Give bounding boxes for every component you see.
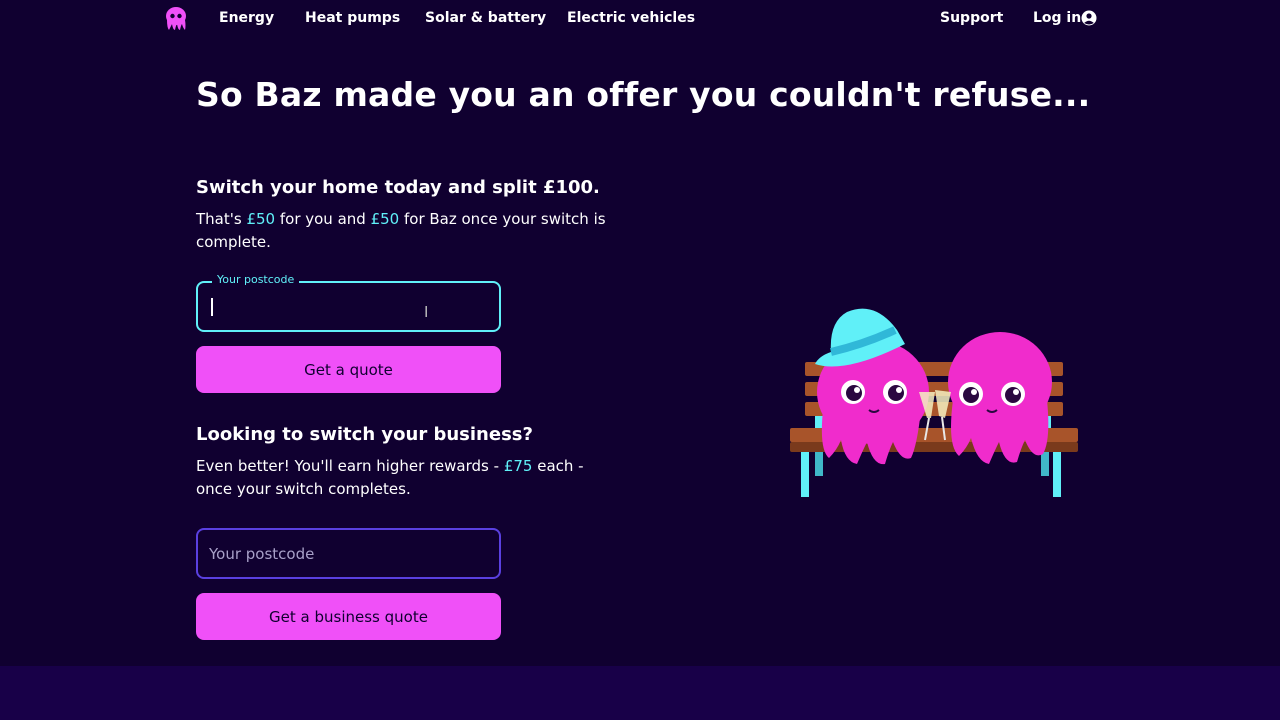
nav-link-login[interactable]: Log in	[1033, 10, 1081, 26]
home-postcode-label: Your postcode	[212, 273, 300, 286]
next-section-band	[0, 666, 1280, 720]
nav-link-heat-pumps[interactable]: Heat pumps	[305, 10, 400, 26]
user-icon[interactable]	[1081, 10, 1097, 26]
home-postcode-field[interactable]: Your postcode I	[196, 273, 501, 332]
octopuses-on-bench-illustration	[790, 308, 1078, 497]
get-quote-button[interactable]: Get a quote	[196, 346, 501, 393]
top-nav: Energy Heat pumps Solar & battery Electr…	[0, 0, 1280, 38]
home-text-1: That's	[196, 210, 247, 228]
home-amount-you: £50	[246, 210, 276, 228]
text-caret	[211, 298, 213, 316]
business-postcode-field[interactable]	[196, 528, 501, 579]
home-switch-description: That's £50 for you and £50 for Baz once …	[196, 208, 616, 254]
nav-link-energy[interactable]: Energy	[219, 10, 274, 26]
octopus-logo-icon[interactable]	[164, 6, 188, 32]
home-amount-baz: £50	[370, 210, 400, 228]
home-text-2: for you and	[275, 210, 371, 228]
business-switch-description: Even better! You'll earn higher rewards …	[196, 455, 606, 501]
home-switch-title: Switch your home today and split £100.	[196, 177, 600, 198]
business-text-1: Even better! You'll earn higher rewards …	[196, 457, 504, 475]
nav-link-electric-vehicles[interactable]: Electric vehicles	[567, 10, 695, 26]
nav-link-support[interactable]: Support	[940, 10, 1003, 26]
business-switch-title: Looking to switch your business?	[196, 424, 533, 445]
nav-link-solar-battery[interactable]: Solar & battery	[425, 10, 546, 26]
business-amount: £75	[503, 457, 533, 475]
business-postcode-input[interactable]	[198, 530, 499, 577]
page-title: So Baz made you an offer you couldn't re…	[196, 75, 1091, 114]
ibeam-cursor-icon: I	[424, 303, 429, 321]
get-business-quote-button[interactable]: Get a business quote	[196, 593, 501, 640]
